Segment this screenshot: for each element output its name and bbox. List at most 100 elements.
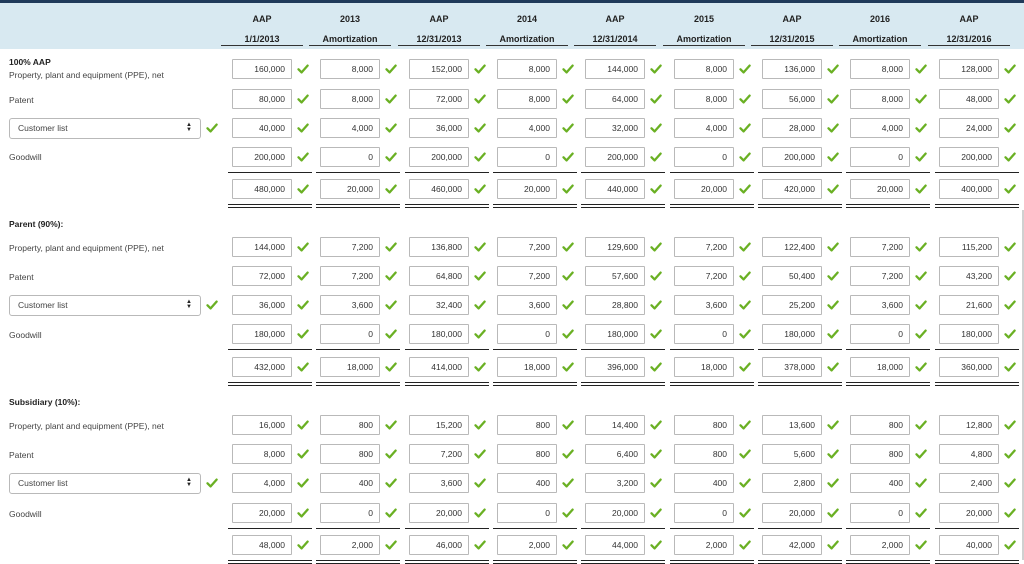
total-input[interactable]: 18,000: [850, 357, 910, 377]
total-input[interactable]: 2,000: [674, 535, 734, 555]
amount-input[interactable]: 136,000: [762, 59, 822, 79]
amount-input[interactable]: 57,600: [585, 266, 645, 286]
total-input[interactable]: 480,000: [232, 179, 292, 199]
amount-input[interactable]: 64,800: [409, 266, 469, 286]
amount-input[interactable]: 200,000: [939, 147, 999, 167]
amount-input[interactable]: 64,000: [585, 89, 645, 109]
amount-input[interactable]: 32,000: [585, 118, 645, 138]
amount-input[interactable]: 800: [320, 415, 380, 435]
amount-input[interactable]: 0: [320, 324, 380, 344]
amount-input[interactable]: 0: [497, 503, 557, 523]
amount-input[interactable]: 7,200: [497, 237, 557, 257]
total-input[interactable]: 20,000: [674, 179, 734, 199]
amount-input[interactable]: 36,000: [409, 118, 469, 138]
amount-input[interactable]: 160,000: [232, 59, 292, 79]
amount-input[interactable]: 4,000: [320, 118, 380, 138]
amount-input[interactable]: 25,200: [762, 295, 822, 315]
amount-input[interactable]: 0: [320, 147, 380, 167]
total-input[interactable]: 18,000: [674, 357, 734, 377]
amount-input[interactable]: 115,200: [939, 237, 999, 257]
amount-input[interactable]: 200,000: [409, 147, 469, 167]
amount-input[interactable]: 180,000: [232, 324, 292, 344]
total-input[interactable]: 420,000: [762, 179, 822, 199]
amount-input[interactable]: 0: [674, 324, 734, 344]
amount-input[interactable]: 8,000: [232, 444, 292, 464]
amount-input[interactable]: 14,400: [585, 415, 645, 435]
amount-input[interactable]: 200,000: [585, 147, 645, 167]
amount-input[interactable]: 136,800: [409, 237, 469, 257]
total-input[interactable]: 360,000: [939, 357, 999, 377]
amount-input[interactable]: 800: [674, 415, 734, 435]
amount-input[interactable]: 3,600: [320, 295, 380, 315]
amount-input[interactable]: 8,000: [674, 89, 734, 109]
amount-input[interactable]: 7,200: [674, 266, 734, 286]
amount-input[interactable]: 12,800: [939, 415, 999, 435]
total-input[interactable]: 440,000: [585, 179, 645, 199]
total-input[interactable]: 44,000: [585, 535, 645, 555]
amount-input[interactable]: 180,000: [762, 324, 822, 344]
amount-input[interactable]: 8,000: [497, 59, 557, 79]
amount-input[interactable]: 8,000: [850, 89, 910, 109]
amount-input[interactable]: 20,000: [232, 503, 292, 523]
total-input[interactable]: 18,000: [320, 357, 380, 377]
amount-input[interactable]: 72,000: [232, 266, 292, 286]
amount-input[interactable]: 180,000: [409, 324, 469, 344]
amount-input[interactable]: 20,000: [762, 503, 822, 523]
total-input[interactable]: 46,000: [409, 535, 469, 555]
amount-input[interactable]: 4,000: [674, 118, 734, 138]
amount-input[interactable]: 48,000: [939, 89, 999, 109]
amount-input[interactable]: 122,400: [762, 237, 822, 257]
amount-input[interactable]: 0: [320, 503, 380, 523]
amount-input[interactable]: 180,000: [939, 324, 999, 344]
amount-input[interactable]: 4,000: [497, 118, 557, 138]
amount-input[interactable]: 7,200: [409, 444, 469, 464]
total-input[interactable]: 378,000: [762, 357, 822, 377]
amount-input[interactable]: 400: [497, 473, 557, 493]
amount-input[interactable]: 400: [320, 473, 380, 493]
amount-input[interactable]: 800: [850, 415, 910, 435]
amount-input[interactable]: 400: [674, 473, 734, 493]
amount-input[interactable]: 80,000: [232, 89, 292, 109]
amount-input[interactable]: 7,200: [320, 237, 380, 257]
amount-input[interactable]: 180,000: [585, 324, 645, 344]
amount-input[interactable]: 7,200: [674, 237, 734, 257]
amount-input[interactable]: 3,600: [497, 295, 557, 315]
total-input[interactable]: 40,000: [939, 535, 999, 555]
total-input[interactable]: 400,000: [939, 179, 999, 199]
amount-input[interactable]: 0: [850, 503, 910, 523]
amount-input[interactable]: 7,200: [850, 266, 910, 286]
amount-input[interactable]: 0: [850, 147, 910, 167]
total-input[interactable]: 2,000: [497, 535, 557, 555]
amount-input[interactable]: 3,200: [585, 473, 645, 493]
amount-input[interactable]: 128,000: [939, 59, 999, 79]
total-input[interactable]: 20,000: [497, 179, 557, 199]
total-input[interactable]: 2,000: [850, 535, 910, 555]
amount-input[interactable]: 800: [497, 444, 557, 464]
row-label-select[interactable]: Customer list ▲ ▼: [9, 118, 201, 139]
amount-input[interactable]: 0: [497, 147, 557, 167]
amount-input[interactable]: 8,000: [850, 59, 910, 79]
amount-input[interactable]: 56,000: [762, 89, 822, 109]
total-input[interactable]: 414,000: [409, 357, 469, 377]
amount-input[interactable]: 144,000: [585, 59, 645, 79]
amount-input[interactable]: 800: [497, 415, 557, 435]
amount-input[interactable]: 200,000: [232, 147, 292, 167]
amount-input[interactable]: 3,600: [674, 295, 734, 315]
total-input[interactable]: 18,000: [497, 357, 557, 377]
row-label-select[interactable]: Customer list ▲ ▼: [9, 473, 201, 494]
amount-input[interactable]: 7,200: [850, 237, 910, 257]
amount-input[interactable]: 7,200: [497, 266, 557, 286]
amount-input[interactable]: 20,000: [939, 503, 999, 523]
amount-input[interactable]: 800: [850, 444, 910, 464]
amount-input[interactable]: 7,200: [320, 266, 380, 286]
row-label-select[interactable]: Customer list ▲ ▼: [9, 295, 201, 316]
amount-input[interactable]: 28,800: [585, 295, 645, 315]
amount-input[interactable]: 129,600: [585, 237, 645, 257]
amount-input[interactable]: 144,000: [232, 237, 292, 257]
amount-input[interactable]: 3,600: [850, 295, 910, 315]
amount-input[interactable]: 400: [850, 473, 910, 493]
amount-input[interactable]: 32,400: [409, 295, 469, 315]
amount-input[interactable]: 0: [674, 147, 734, 167]
amount-input[interactable]: 200,000: [762, 147, 822, 167]
amount-input[interactable]: 20,000: [585, 503, 645, 523]
